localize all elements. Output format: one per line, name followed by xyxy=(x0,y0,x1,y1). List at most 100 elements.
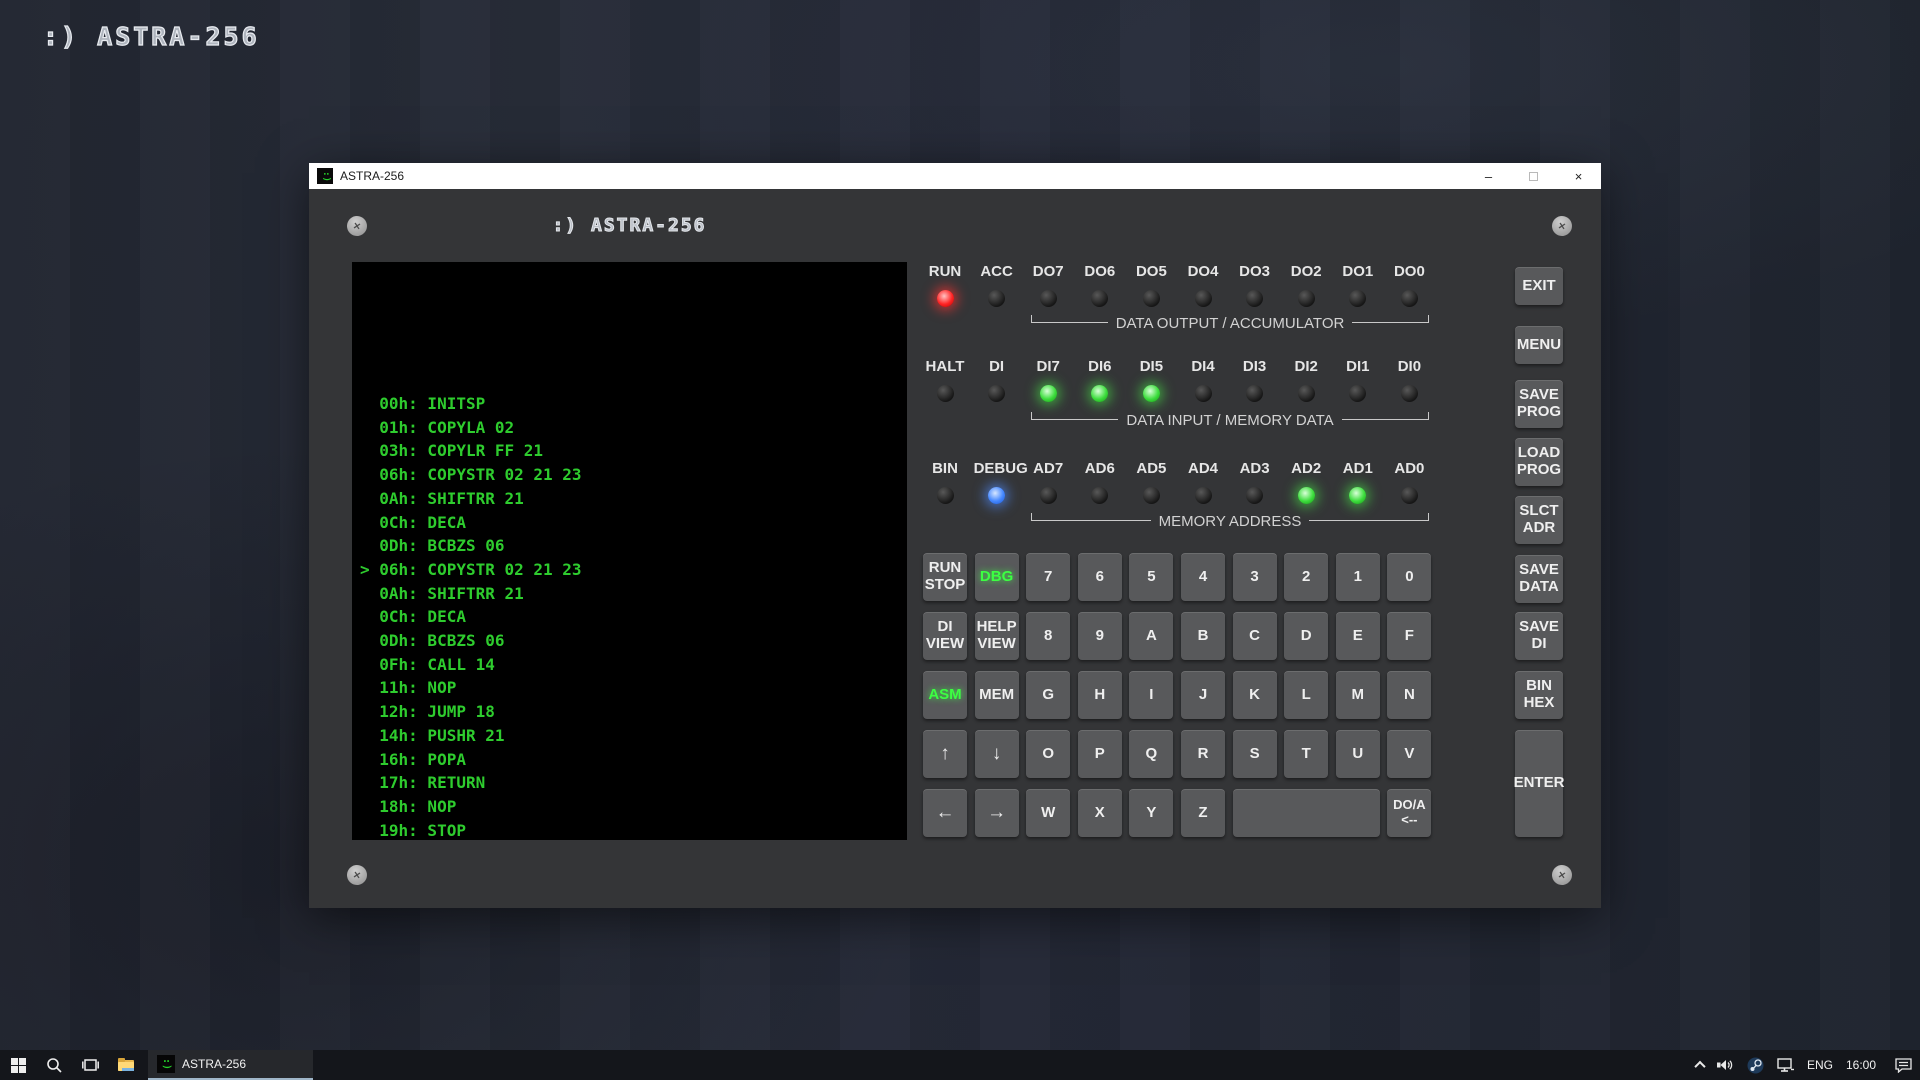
hidden-icons-chevron[interactable] xyxy=(1694,1061,1705,1072)
key-label: C xyxy=(1249,628,1260,645)
search-button[interactable] xyxy=(36,1050,72,1080)
file-explorer-button[interactable] xyxy=(108,1050,144,1080)
key-label: 6 xyxy=(1096,569,1104,586)
task-view-button[interactable] xyxy=(72,1050,108,1080)
key-o[interactable]: O xyxy=(1026,730,1070,778)
key-9[interactable]: 9 xyxy=(1078,612,1122,660)
key-blank[interactable] xyxy=(1233,789,1380,837)
button-label: ENTER xyxy=(1514,775,1565,792)
start-button[interactable] xyxy=(0,1050,36,1080)
led-di: DI xyxy=(974,358,1020,402)
button-label: SAVE xyxy=(1519,619,1559,636)
key-t[interactable]: T xyxy=(1284,730,1328,778)
key-do-a[interactable]: DO/A<-- xyxy=(1387,789,1431,837)
led-do6: DO6 xyxy=(1077,263,1123,307)
key-label: T xyxy=(1302,746,1311,763)
window-titlebar: :) ASTRA-256 – × xyxy=(309,163,1601,189)
key-j[interactable]: J xyxy=(1181,671,1225,719)
button-save-di[interactable]: SAVEDI xyxy=(1515,612,1563,660)
key-h[interactable]: H xyxy=(1078,671,1122,719)
key-help-view[interactable]: HELPVIEW xyxy=(975,612,1019,660)
key-c[interactable]: C xyxy=(1233,612,1277,660)
led-indicator-do2 xyxy=(1298,290,1315,307)
key-label: B xyxy=(1198,628,1209,645)
button-load-prog[interactable]: LOADPROG xyxy=(1515,438,1563,486)
button-label: SLCT xyxy=(1519,503,1558,520)
button-save-prog[interactable]: SAVEPROG xyxy=(1515,380,1563,428)
button-exit[interactable]: EXIT xyxy=(1515,267,1563,305)
key-q[interactable]: Q xyxy=(1129,730,1173,778)
steam-icon[interactable] xyxy=(1747,1057,1764,1074)
key-label: DI xyxy=(938,619,953,636)
key-x[interactable]: X xyxy=(1078,789,1122,837)
key-asm[interactable]: ASM xyxy=(923,671,967,719)
key-b[interactable]: B xyxy=(1181,612,1225,660)
key-4[interactable]: 4 xyxy=(1181,553,1225,601)
volume-icon[interactable] xyxy=(1717,1058,1734,1072)
language-indicator[interactable]: ENG xyxy=(1807,1058,1833,1072)
led-halt: HALT xyxy=(922,358,968,402)
key-right-arrow[interactable]: → xyxy=(975,789,1019,837)
notification-center-icon[interactable] xyxy=(1895,1058,1912,1073)
network-icon[interactable] xyxy=(1777,1058,1794,1072)
key-s[interactable]: S xyxy=(1233,730,1277,778)
key-6[interactable]: 6 xyxy=(1078,553,1122,601)
key-5[interactable]: 5 xyxy=(1129,553,1173,601)
maximize-button[interactable] xyxy=(1511,163,1556,189)
led-label: DI xyxy=(974,358,1020,378)
key-1[interactable]: 1 xyxy=(1336,553,1380,601)
led-ad4: AD4 xyxy=(1180,460,1226,504)
key-l[interactable]: L xyxy=(1284,671,1328,719)
key-3[interactable]: 3 xyxy=(1233,553,1277,601)
key-m[interactable]: M xyxy=(1336,671,1380,719)
led-indicator-di2 xyxy=(1298,385,1315,402)
key-a[interactable]: A xyxy=(1129,612,1173,660)
key-u[interactable]: U xyxy=(1336,730,1380,778)
close-button[interactable]: × xyxy=(1556,163,1601,189)
key-label: 4 xyxy=(1199,569,1207,586)
key-7[interactable]: 7 xyxy=(1026,553,1070,601)
clock[interactable]: 16:00 xyxy=(1846,1058,1876,1072)
key-run-stop[interactable]: RUNSTOP xyxy=(923,553,967,601)
minimize-button[interactable]: – xyxy=(1466,163,1511,189)
key-down-arrow[interactable]: ↓ xyxy=(975,730,1019,778)
key-label: O xyxy=(1042,746,1054,763)
key-up-arrow[interactable]: ↑ xyxy=(923,730,967,778)
key-0[interactable]: 0 xyxy=(1387,553,1431,601)
key-label: MEM xyxy=(979,687,1014,704)
key-mem[interactable]: MEM xyxy=(975,671,1019,719)
key-f[interactable]: F xyxy=(1387,612,1431,660)
key-dbg[interactable]: DBG xyxy=(975,553,1019,601)
desktop: :) ASTRA-256 :) ASTRA-256 – × × × × × :)… xyxy=(0,0,1920,1080)
section-label-text: MEMORY ADDRESS xyxy=(1151,513,1310,530)
key-left-arrow[interactable]: ← xyxy=(923,789,967,837)
key-label: ASM xyxy=(928,687,961,704)
key-di-view[interactable]: DIVIEW xyxy=(923,612,967,660)
key-2[interactable]: 2 xyxy=(1284,553,1328,601)
key-label: U xyxy=(1352,746,1363,763)
key-y[interactable]: Y xyxy=(1129,789,1173,837)
button-save-data[interactable]: SAVEDATA xyxy=(1515,555,1563,603)
key-p[interactable]: P xyxy=(1078,730,1122,778)
key-8[interactable]: 8 xyxy=(1026,612,1070,660)
led-do0: DO0 xyxy=(1386,263,1432,307)
button-bin-hex[interactable]: BINHEX xyxy=(1515,671,1563,719)
button-slct-adr[interactable]: SLCTADR xyxy=(1515,496,1563,544)
key-v[interactable]: V xyxy=(1387,730,1431,778)
taskbar-app-astra-256[interactable]: :) ASTRA-256 xyxy=(148,1050,313,1080)
key-k[interactable]: K xyxy=(1233,671,1277,719)
key-d[interactable]: D xyxy=(1284,612,1328,660)
key-label: P xyxy=(1095,746,1105,763)
key-r[interactable]: R xyxy=(1181,730,1225,778)
key-g[interactable]: G xyxy=(1026,671,1070,719)
key-i[interactable]: I xyxy=(1129,671,1173,719)
button-enter[interactable]: ENTER xyxy=(1515,730,1563,837)
key-e[interactable]: E xyxy=(1336,612,1380,660)
led-indicator-do0 xyxy=(1401,290,1418,307)
led-di6: DI6 xyxy=(1077,358,1123,402)
led-indicator-do5 xyxy=(1143,290,1160,307)
button-menu[interactable]: MENU xyxy=(1515,326,1563,364)
key-z[interactable]: Z xyxy=(1181,789,1225,837)
key-n[interactable]: N xyxy=(1387,671,1431,719)
key-w[interactable]: W xyxy=(1026,789,1070,837)
